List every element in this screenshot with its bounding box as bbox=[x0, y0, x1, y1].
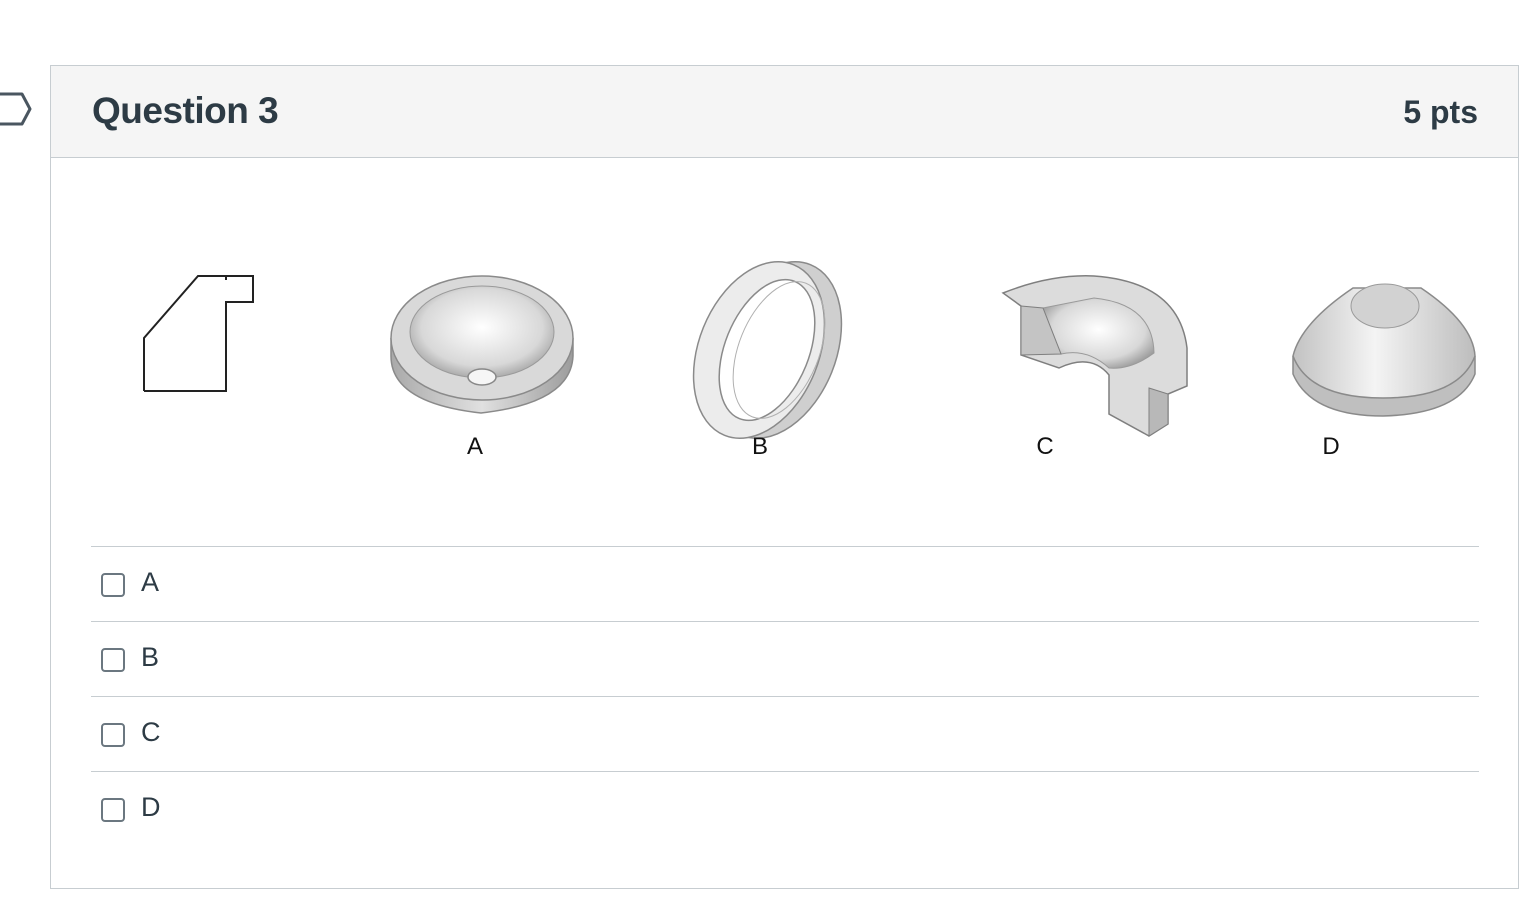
question-points: 5 pts bbox=[1403, 94, 1478, 130]
question-header: Question 3 5 pts bbox=[51, 66, 1518, 158]
answer-option-c[interactable]: C bbox=[91, 696, 1479, 771]
figure-label-c: C bbox=[1036, 433, 1054, 460]
answer-checkbox-d[interactable] bbox=[101, 798, 125, 822]
question-title: Question 3 bbox=[92, 90, 279, 131]
answer-checkbox-b[interactable] bbox=[101, 648, 125, 672]
answer-option-b[interactable]: B bbox=[91, 621, 1479, 696]
question-card: Question 3 5 pts A B C D A B C D bbox=[50, 65, 1519, 889]
answer-label-b[interactable]: B bbox=[141, 642, 159, 673]
ortho-view-drawing bbox=[143, 275, 254, 392]
option-b-drawing bbox=[692, 261, 843, 439]
answer-checkbox-a[interactable] bbox=[101, 573, 125, 597]
answer-label-a[interactable]: A bbox=[141, 567, 159, 598]
figure-label-a: A bbox=[466, 433, 483, 460]
option-c-drawing bbox=[1001, 275, 1188, 437]
figure-label-d: D bbox=[1322, 433, 1340, 460]
question-figure bbox=[143, 261, 1476, 439]
flag-question-icon[interactable] bbox=[0, 92, 32, 126]
answer-option-d[interactable]: D bbox=[91, 771, 1479, 846]
figure-label-b: B bbox=[751, 433, 768, 460]
answer-list: A B C D bbox=[91, 546, 1479, 846]
answer-checkbox-c[interactable] bbox=[101, 723, 125, 747]
option-d-drawing bbox=[1292, 283, 1476, 417]
option-a-drawing bbox=[390, 275, 574, 414]
answer-label-d[interactable]: D bbox=[141, 792, 161, 823]
answer-option-a[interactable]: A bbox=[91, 546, 1479, 621]
answer-label-c[interactable]: C bbox=[141, 717, 161, 748]
